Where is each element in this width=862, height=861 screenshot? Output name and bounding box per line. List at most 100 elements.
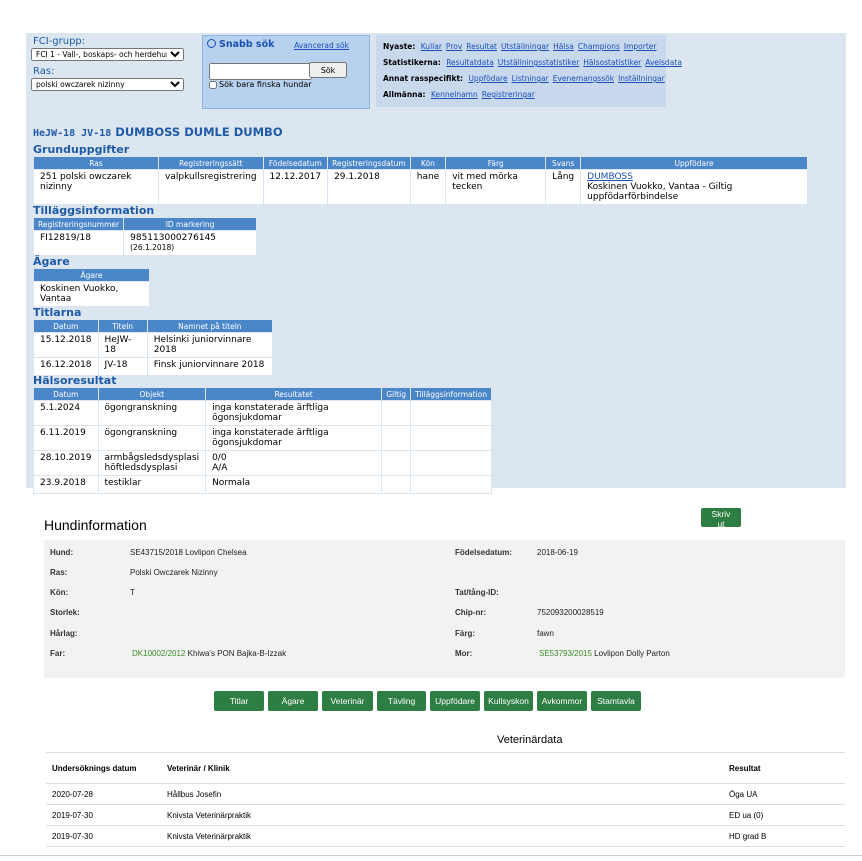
quick-search-input[interactable] [209, 63, 312, 80]
col-id-markering: ID markering [123, 217, 257, 231]
father-name[interactable]: Khiwa's PON Bajka-B-Izzak [188, 649, 286, 658]
col-kon: Kön [409, 156, 447, 170]
link-prov[interactable]: Prov [446, 42, 462, 51]
finnish-only-option[interactable]: Sök bara finska hundar [209, 80, 312, 89]
link-installningar[interactable]: Inställningar [618, 74, 665, 83]
tab-veterinar[interactable]: Veterinär [322, 691, 373, 711]
tab-agare[interactable]: Ägare [268, 691, 318, 711]
table-row: 2020-07-28 Hållbus Josefin Öga UA [46, 783, 845, 805]
vet-table: Undersöknings datum Veterinär / Klinik R… [46, 752, 845, 847]
tab-titlar[interactable]: Titlar [214, 691, 264, 711]
col-exam-date: Undersöknings datum [46, 752, 161, 784]
label-tat: Tat/tång-ID: [455, 588, 499, 597]
label-harlag: Hårlag: [50, 629, 78, 638]
table-row: Koskinen Vuokko, Vantaa [33, 281, 150, 307]
col-agare: Ägare [33, 268, 150, 282]
basic-info-table: Ras Registreringssätt Födelsedatum Regis… [32, 156, 808, 205]
cell-object: testiklar [97, 475, 207, 494]
finnish-only-checkbox[interactable] [209, 80, 217, 89]
print-button[interactable]: Skriv ut [701, 508, 741, 529]
result-line-1: 0/0 [212, 453, 227, 463]
link-kennelnamn[interactable]: Kennelnamn [431, 90, 478, 99]
tab-avkommor[interactable]: Avkommor [537, 691, 587, 711]
link-resultat[interactable]: Resultat [466, 42, 497, 51]
value-mor[interactable]: SE53793/2015 Lovlipon Dolly Parton [539, 649, 670, 658]
cell-valid [381, 475, 412, 494]
table-row: 2019-07-30 Knivsta Veterinärpraktik ED u… [46, 804, 845, 826]
link-importer[interactable]: Importer [624, 42, 657, 51]
breeder-text: Koskinen Vuokko, Vantaa - Giltig uppföda… [587, 182, 733, 202]
link-uppfodare[interactable]: Uppfödare [468, 74, 507, 83]
mother-name[interactable]: Lovlipon Dolly Parton [594, 649, 670, 658]
links-statistics-label: Statistikerna: [383, 58, 441, 67]
cell-svans: Lång [545, 169, 582, 205]
breed-select[interactable]: polski owczarek nizinny [31, 78, 184, 91]
breeder-link[interactable]: DUMBOSS [587, 172, 633, 182]
titles-table: Datum Titeln Namnet på titeln 15.12.2018… [33, 319, 274, 376]
cell-date: 5.1.2024 [33, 400, 99, 426]
link-halsa[interactable]: Hälsa [553, 42, 574, 51]
link-avelsdata[interactable]: Avelsdata [645, 58, 682, 67]
cell-id-marking: 985113000276145 (26.1.2018) [123, 230, 257, 256]
health-heading: Hälsoresultat [33, 374, 117, 387]
advanced-search-link[interactable]: Avancerad sök [294, 41, 349, 50]
cell-result: Öga UA [723, 783, 845, 805]
tab-uppfodare[interactable]: Uppfödare [430, 691, 480, 711]
finnish-only-label: Sök bara finska hundar [219, 80, 312, 89]
health-table: Datum Objekt Resultatet Giltig Tilläggsi… [33, 387, 492, 494]
cell-result: inga konstaterade ärftliga ögonsjukdomar [205, 400, 383, 426]
links-breed-specific: Annat rasspecifikt: Uppfödare Listningar E… [383, 74, 669, 83]
cell-date: 2020-07-28 [46, 783, 161, 805]
tab-tavling[interactable]: Tävling [377, 691, 426, 711]
finnish-dog-record: FCI-grupp: FCI 1 - Vall-, boskaps- och h… [26, 33, 846, 494]
additional-info-heading: Tilläggsinformation [33, 204, 155, 217]
link-utstallningsstatistiker[interactable]: Utställningsstatistiker [498, 58, 579, 67]
cell-extra [410, 400, 492, 426]
cell-vet: Knivsta Veterinärpraktik [161, 825, 723, 847]
link-halsostatistiker[interactable]: Hälsostatistiker [583, 58, 641, 67]
mother-reg[interactable]: SE53793/2015 [539, 649, 592, 658]
col-registreringsdatum: Registreringsdatum [327, 156, 411, 170]
cell-extra [410, 425, 492, 451]
dog-info-title: Hundinformation [44, 517, 147, 533]
tab-kullsyskon[interactable]: Kullsyskon [484, 691, 533, 711]
object-line-1: armbågsledsdysplasi [104, 453, 200, 463]
cell-vet: Hållbus Josefin [161, 783, 723, 805]
object-line-2: höftledsdysplasi [104, 463, 178, 473]
additional-info-table: Registreringsnummer ID markering FI12819… [32, 217, 257, 256]
cell-fodelsedatum: 12.12.2017 [262, 169, 329, 205]
value-hund: SE43715/2018 Lovlipon Chelsea [130, 548, 247, 557]
dog-heading: HeJW-18 JV-18 DUMBOSS DUMLE DUMBO [33, 125, 283, 139]
col-objekt: Objekt [97, 387, 207, 401]
link-registreringar[interactable]: Registreringar [482, 90, 535, 99]
table-row: 23.9.2018 testiklar Normala [33, 475, 492, 494]
col-fodelsedatum: Födelsedatum [262, 156, 329, 170]
cell-date: 23.9.2018 [33, 475, 99, 494]
cell-date: 16.12.2018 [33, 357, 99, 376]
cell-registreringsdatum: 29.1.2018 [327, 169, 411, 205]
fci-group-select[interactable]: FCI 1 - Vall-, boskaps- och herdehundar [31, 48, 184, 61]
tab-stamtavla[interactable]: Stamtavla [591, 691, 641, 711]
link-listningar[interactable]: Listningar [512, 74, 549, 83]
label-farg: Färg: [455, 629, 475, 638]
link-utstallningar[interactable]: Utställningar [501, 42, 549, 51]
links-general-label: Allmänna: [383, 90, 426, 99]
link-kullar[interactable]: Kullar [421, 42, 442, 51]
value-chip: 752093200028519 [537, 608, 604, 617]
table-row: 251 polski owczarek nizinny valpkullsreg… [32, 169, 808, 205]
magnifier-icon [207, 39, 216, 48]
dog-name: DUMBOSS DUMLE DUMBO [115, 125, 283, 139]
link-champions[interactable]: Champions [578, 42, 620, 51]
search-button[interactable]: Sök [309, 62, 347, 78]
link-resultatdata[interactable]: Resultatdata [446, 58, 494, 67]
col-ras: Ras [32, 156, 160, 170]
id-date: (26.1.2018) [130, 243, 175, 252]
label-ras: Ras: [50, 568, 68, 577]
link-evenemangssok[interactable]: Evenemangssök [553, 74, 614, 83]
footer-divider [0, 855, 862, 856]
table-row: FI12819/18 985113000276145 (26.1.2018) [32, 230, 257, 256]
label-mor: Mor: [455, 649, 473, 658]
value-far[interactable]: DK10002/2012 Khiwa's PON Bajka-B-Izzak [132, 649, 286, 658]
col-resultatet: Resultatet [205, 387, 383, 401]
father-reg[interactable]: DK10002/2012 [132, 649, 185, 658]
